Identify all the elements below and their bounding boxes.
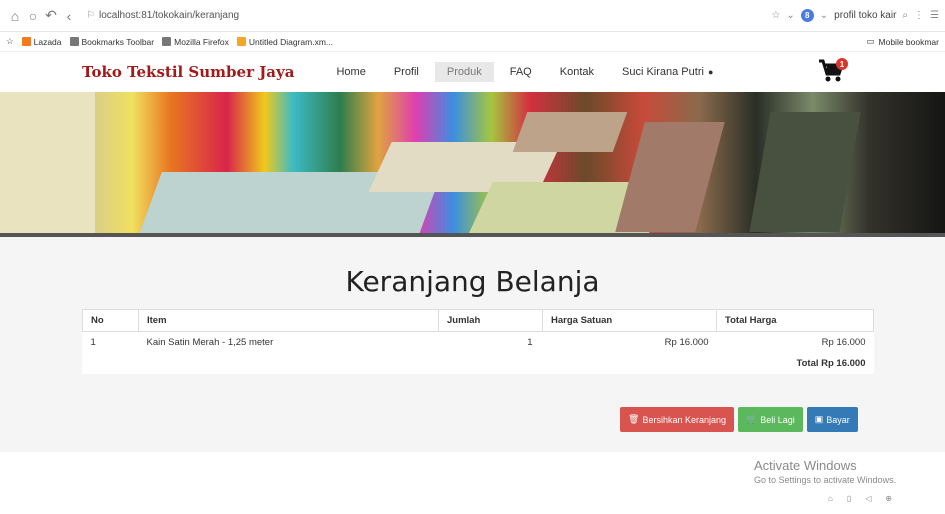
zoom-icon[interactable]: ⊕	[885, 494, 892, 503]
bookmark-label: Untitled Diagram.xm...	[248, 36, 334, 47]
address-bar[interactable]: ⚐ localhost:81/tokokain/keranjang	[86, 10, 239, 21]
column-header-no: No	[82, 309, 139, 332]
menu-dots-icon[interactable]: ⋮	[914, 10, 924, 21]
page-title: Keranjang Belanja	[345, 265, 600, 298]
fabric-banner-image	[0, 92, 945, 237]
back-icon[interactable]: ‹	[60, 8, 78, 24]
cell-no: 1	[82, 331, 139, 353]
battery-icon[interactable]: ▯	[847, 494, 851, 503]
clear-cart-label: Bersihkan Keranjang	[642, 414, 726, 425]
dropdown-icon[interactable]: ⌄	[820, 10, 828, 21]
folder-icon	[162, 37, 172, 46]
trash-icon: 🗑	[628, 414, 640, 424]
page-footer: Activate Windows Go to Settings to activ…	[0, 452, 945, 510]
column-header-jumlah: Jumlah	[438, 309, 543, 332]
table-header-row: No Item Jumlah Harga Satuan Total Harga	[82, 309, 874, 332]
refresh-icon[interactable]: ○	[24, 8, 42, 24]
notification-icon[interactable]: ⌂	[828, 494, 833, 503]
menu-icon[interactable]: ☰	[930, 10, 939, 21]
cell-item: Kain Satin Merah - 1,25 meter	[138, 331, 439, 353]
pay-label: Bayar	[826, 414, 850, 425]
undo-icon[interactable]: ↶	[42, 7, 60, 24]
bookmark-label: Lazada	[33, 36, 62, 47]
column-header-total: Total Harga	[716, 309, 874, 332]
buy-more-button[interactable]: 🛒 Beli Lagi	[738, 407, 803, 432]
system-tray: ⌂ ▯ ◁ ⊕	[828, 494, 892, 503]
activate-title: Activate Windows	[754, 458, 857, 473]
cell-jumlah: 1	[438, 331, 543, 353]
star-icon[interactable]: ☆	[771, 10, 780, 21]
table-row: 1 Kain Satin Merah - 1,25 meter 1 Rp 16.…	[82, 331, 874, 353]
activate-windows-watermark: Activate Windows Go to Settings to activ…	[754, 458, 896, 485]
cart-icon: 🛒	[746, 414, 758, 424]
nav-faq[interactable]: FAQ	[498, 62, 544, 82]
buy-more-label: Beli Lagi	[760, 414, 795, 425]
pay-button[interactable]: ▣ Bayar	[806, 407, 858, 432]
lazada-icon	[21, 37, 31, 46]
cart-table: No Item Jumlah Harga Satuan Total Harga …	[82, 309, 874, 374]
cart-section: Keranjang Belanja No Item Jumlah Harga S…	[0, 237, 945, 452]
site-navbar: Toko Tekstil Sumber Jaya Home Profil Pro…	[0, 52, 945, 92]
mobile-bookmarks-label: Mobile bookmar	[878, 36, 939, 47]
diagram-icon	[236, 37, 246, 46]
cart-actions: 🗑 Bersihkan Keranjang 🛒 Beli Lagi ▣ Baya…	[620, 407, 858, 432]
nav-kontak[interactable]: Kontak	[548, 62, 606, 82]
bookmark-toolbar[interactable]: Bookmarks Toolbar	[69, 36, 155, 47]
browser-toolbar: ⌂ ○ ↶ ‹ ⚐ localhost:81/tokokain/keranjan…	[0, 0, 945, 32]
nav-profil[interactable]: Profil	[382, 62, 431, 82]
column-header-item: Item	[138, 309, 439, 332]
brand-logo[interactable]: Toko Tekstil Sumber Jaya	[82, 63, 294, 81]
user-name: Suci Kirana Putri	[622, 66, 704, 78]
column-header-harga: Harga Satuan	[542, 309, 717, 332]
user-menu[interactable]: Suci Kirana Putri ●	[610, 62, 725, 82]
bookmark-label: Mozilla Firefox	[174, 36, 229, 47]
grand-total: Total Rp 16.000	[796, 358, 866, 369]
url-text[interactable]: localhost:81/tokokain/keranjang	[99, 10, 239, 21]
clear-cart-button[interactable]: 🗑 Bersihkan Keranjang	[620, 407, 734, 432]
nav-home[interactable]: Home	[324, 62, 377, 82]
nav-produk[interactable]: Produk	[434, 62, 494, 82]
bookmark-firefox[interactable]: Mozilla Firefox	[162, 37, 229, 47]
folder-icon	[69, 37, 79, 46]
cell-harga: Rp 16.000	[542, 331, 717, 353]
search-icon[interactable]: ⌕	[902, 10, 908, 21]
folder-icon: ▭	[866, 36, 875, 46]
cart-button[interactable]: 1	[818, 58, 848, 86]
bookmark-lazada[interactable]: Lazada	[21, 36, 62, 47]
bookmarks-bar: ☆ Lazada Bookmarks Toolbar Mozilla Firef…	[0, 32, 945, 52]
bookmark-diagram[interactable]: Untitled Diagram.xm...	[236, 36, 334, 47]
chevron-down-icon: ●	[707, 67, 714, 77]
star-icon[interactable]: ☆	[6, 36, 14, 47]
mobile-bookmarks[interactable]: ▭ Mobile bookmar	[866, 36, 939, 47]
volume-icon[interactable]: ◁	[865, 494, 871, 503]
table-total-row: Total Rp 16.000	[83, 353, 874, 374]
activate-subtitle: Go to Settings to activate Windows.	[754, 475, 897, 485]
bookmark-label: Bookmarks Toolbar	[81, 36, 155, 47]
page-info-icon: ⚐	[86, 10, 95, 21]
home-icon[interactable]: ⌂	[6, 8, 24, 24]
cell-total: Rp 16.000	[716, 331, 874, 353]
money-icon: ▣	[814, 414, 824, 424]
chevron-down-icon[interactable]: ⌄	[786, 10, 794, 21]
cart-count-badge: 1	[836, 58, 848, 70]
search-field[interactable]: profil toko kair	[834, 10, 896, 21]
search-engine-icon[interactable]: 8	[800, 9, 814, 22]
